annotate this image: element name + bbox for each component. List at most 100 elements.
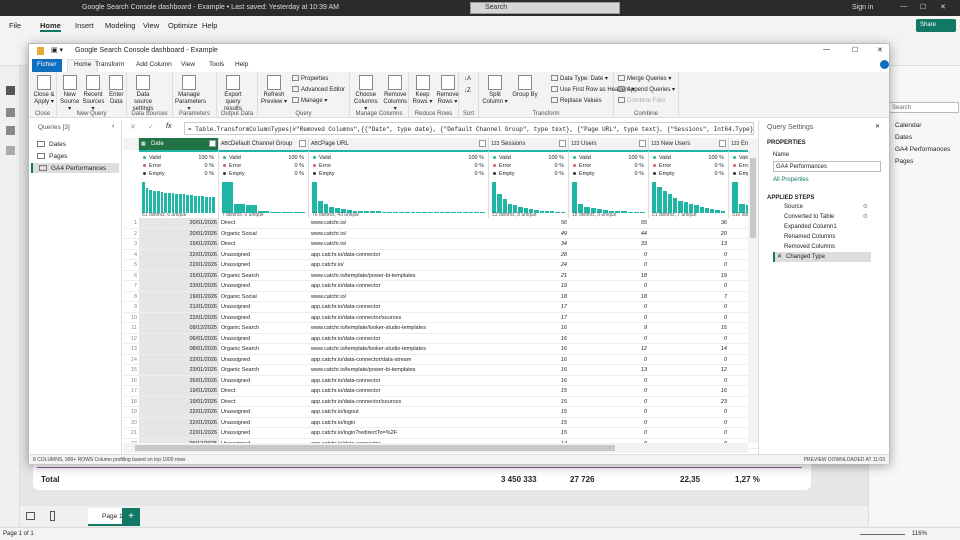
tab-help[interactable]: Help bbox=[235, 61, 248, 68]
cell-sessions[interactable]: 16 bbox=[491, 357, 567, 363]
cell-sessions[interactable]: 56 bbox=[491, 220, 567, 226]
cell-default-channel-group[interactable]: Unassigned bbox=[221, 357, 307, 363]
cell-users[interactable]: 18 bbox=[571, 273, 647, 279]
cell-sessions[interactable]: 24 bbox=[491, 262, 567, 268]
cell-users[interactable]: 44 bbox=[571, 231, 647, 237]
parameters-button-0[interactable]: Manage Parameters ▾ bbox=[175, 75, 206, 113]
column-header-date[interactable]: ▦ Date bbox=[139, 138, 219, 150]
cell-users[interactable]: 12 bbox=[571, 346, 647, 352]
transform-small-button-0[interactable]: Data Type: Date ▾ bbox=[551, 75, 608, 82]
cell-default-channel-group[interactable]: Direct bbox=[221, 399, 307, 405]
cell-date[interactable]: 23/01/2026 bbox=[141, 367, 217, 373]
cell-new-users[interactable]: 0 bbox=[651, 252, 727, 258]
confirm-formula-icon[interactable]: ✓ bbox=[148, 123, 154, 131]
applied-step[interactable]: Converted to Table ⚙ bbox=[773, 212, 871, 222]
cell-users[interactable]: 0 bbox=[571, 378, 647, 384]
cell-default-channel-group[interactable]: Unassigned bbox=[221, 283, 307, 289]
cell-new-users[interactable]: 0 bbox=[651, 420, 727, 426]
query-item[interactable]: GA4 Performances bbox=[31, 163, 119, 173]
cell-new-users[interactable]: 12 bbox=[651, 367, 727, 373]
new-query-button-0[interactable]: New Source ▾ bbox=[59, 75, 80, 113]
applied-step[interactable]: Renamed Columns bbox=[773, 232, 871, 242]
tab-fichier[interactable]: Fichier bbox=[32, 59, 62, 72]
cell-page-url[interactable]: app.catchr.io/login?redirectTo=%2F bbox=[311, 430, 487, 436]
column-header-users[interactable]: 123 Users bbox=[569, 138, 649, 150]
query-button-0[interactable]: Refresh Preview ▾ bbox=[260, 75, 288, 106]
cell-date[interactable]: 09/12/2025 bbox=[141, 325, 217, 331]
cell-sessions[interactable]: 15 bbox=[491, 388, 567, 394]
cell-users[interactable]: 0 bbox=[571, 420, 647, 426]
cell-default-channel-group[interactable]: Organic Search bbox=[221, 346, 307, 352]
combine-small-button-1[interactable]: Append Queries ▾ bbox=[618, 86, 675, 93]
reduce-rows-button-0[interactable]: Keep Rows ▾ bbox=[411, 75, 434, 106]
column-filter-dropdown[interactable] bbox=[299, 140, 306, 147]
add-page-button[interactable]: + bbox=[122, 508, 140, 526]
new-query-button-1[interactable]: Recent Sources ▾ bbox=[82, 75, 104, 113]
cell-sessions[interactable]: 17 bbox=[491, 304, 567, 310]
column-filter-dropdown[interactable] bbox=[559, 140, 566, 147]
search-box[interactable]: Search bbox=[470, 2, 620, 14]
cell-users[interactable]: 18 bbox=[571, 294, 647, 300]
tab-tools[interactable]: Tools bbox=[209, 61, 224, 68]
applied-step[interactable]: Changed Type ✕ bbox=[773, 252, 871, 262]
cell-sessions[interactable]: 16 bbox=[491, 346, 567, 352]
cell-default-channel-group[interactable]: Unassigned bbox=[221, 420, 307, 426]
cell-date[interactable]: 22/01/2026 bbox=[141, 315, 217, 321]
cell-sessions[interactable]: 28 bbox=[491, 252, 567, 258]
cell-default-channel-group[interactable]: Unassigned bbox=[221, 252, 307, 258]
applied-step[interactable]: Source ⚙ bbox=[773, 202, 871, 212]
transform-button-1[interactable]: Group By bbox=[511, 75, 539, 99]
cancel-formula-icon[interactable]: ✕ bbox=[130, 123, 136, 131]
manage-columns-button-0[interactable]: Choose Columns ▾ bbox=[352, 75, 380, 113]
combine-small-button-0[interactable]: Merge Queries ▾ bbox=[618, 75, 671, 82]
cell-users[interactable]: 33 bbox=[571, 241, 647, 247]
cell-new-users[interactable]: 0 bbox=[651, 283, 727, 289]
cell-sessions[interactable]: 21 bbox=[491, 273, 567, 279]
data-item[interactable]: Pages bbox=[895, 158, 913, 165]
column-header-sessions[interactable]: 123 Sessions bbox=[489, 138, 569, 150]
cell-date[interactable]: 26/01/2026 bbox=[141, 378, 217, 384]
cell-sessions[interactable]: 15 bbox=[491, 409, 567, 415]
column-filter-dropdown[interactable] bbox=[719, 140, 726, 147]
table-menu-button[interactable] bbox=[123, 138, 139, 150]
cell-new-users[interactable]: 0 bbox=[651, 430, 727, 436]
cell-page-url[interactable]: www.catchr.io/ bbox=[311, 241, 487, 247]
cell-default-channel-group[interactable]: Unassigned bbox=[221, 336, 307, 342]
cell-users[interactable]: 0 bbox=[571, 409, 647, 415]
menu-file[interactable]: File bbox=[9, 21, 21, 30]
cell-sessions[interactable]: 15 bbox=[491, 399, 567, 405]
close-button[interactable]: ✕ bbox=[940, 3, 946, 11]
cell-page-url[interactable]: app.catchr.io/data-connector/sources bbox=[311, 399, 487, 405]
cell-default-channel-group[interactable]: Unassigned bbox=[221, 409, 307, 415]
table-view-icon[interactable] bbox=[6, 108, 15, 117]
menu-modeling[interactable]: Modeling bbox=[105, 21, 135, 30]
cell-new-users[interactable]: 0 bbox=[651, 262, 727, 268]
cell-page-url[interactable]: app.catchr.io/data-connector bbox=[311, 336, 487, 342]
cell-new-users[interactable]: 19 bbox=[651, 273, 727, 279]
sort-descending-icon[interactable]: ↓Z bbox=[464, 88, 471, 94]
cell-page-url[interactable]: www.catchr.io/template/power-bi-template… bbox=[311, 367, 487, 373]
tab-view[interactable]: View bbox=[181, 61, 195, 68]
cell-default-channel-group[interactable]: Organic Search bbox=[221, 367, 307, 373]
tab-transform[interactable]: Transform bbox=[95, 61, 124, 68]
cell-page-url[interactable]: www.catchr.io/template/looker-studio-tem… bbox=[311, 325, 487, 331]
data-sources-button-0[interactable]: Data source settings bbox=[129, 75, 157, 113]
data-item[interactable]: Calendar bbox=[895, 122, 921, 129]
cell-date[interactable]: 22/01/2026 bbox=[141, 357, 217, 363]
cell-date[interactable]: 19/01/2026 bbox=[141, 294, 217, 300]
tab-home[interactable]: Home bbox=[67, 59, 99, 72]
cell-default-channel-group[interactable]: Unassigned bbox=[221, 304, 307, 310]
cell-date[interactable]: 08/01/2026 bbox=[141, 346, 217, 352]
cell-date[interactable]: 06/01/2026 bbox=[141, 336, 217, 342]
cell-users[interactable]: 9 bbox=[571, 325, 647, 331]
report-view-icon[interactable] bbox=[6, 86, 15, 95]
cell-page-url[interactable]: www.catchr.io/ bbox=[311, 231, 487, 237]
cell-users[interactable]: 0 bbox=[571, 357, 647, 363]
cell-date[interactable]: 15/01/2026 bbox=[141, 273, 217, 279]
collapse-queries-icon[interactable]: ‹ bbox=[112, 123, 114, 130]
cell-date[interactable]: 22/01/2026 bbox=[141, 409, 217, 415]
cell-page-url[interactable]: app.catchr.io/ bbox=[311, 262, 487, 268]
cell-sessions[interactable]: 16 bbox=[491, 367, 567, 373]
cell-sessions[interactable]: 18 bbox=[491, 294, 567, 300]
cell-users[interactable]: 0 bbox=[571, 388, 647, 394]
